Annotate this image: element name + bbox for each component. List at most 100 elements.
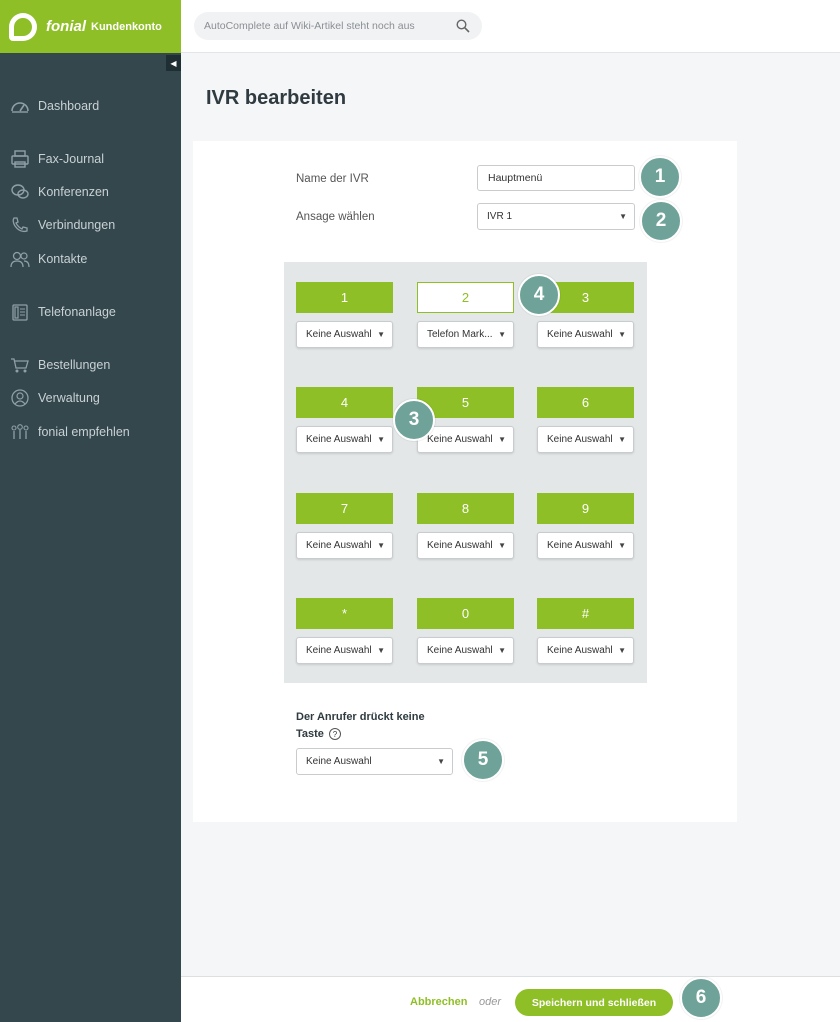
- key-action-value: Keine Auswahl: [547, 434, 613, 445]
- sidebar-item-telefonanlage[interactable]: Telefonanlage: [10, 302, 116, 322]
- chevron-down-icon: ▼: [618, 435, 626, 444]
- sidebar-item-label: Dashboard: [38, 99, 100, 113]
- dashboard-icon: [10, 97, 30, 115]
- chevron-down-icon: ▼: [437, 757, 445, 766]
- keypad-key-1[interactable]: 1: [296, 282, 393, 313]
- brand-logo[interactable]: fonial Kundenkonto: [0, 0, 181, 53]
- brand-name: fonial: [46, 18, 86, 35]
- chevron-down-icon: ▼: [619, 212, 627, 221]
- chevron-down-icon: ▼: [618, 646, 626, 655]
- key-action-select[interactable]: Keine Auswahl ▼: [537, 426, 634, 453]
- chevron-down-icon: ▼: [498, 541, 506, 550]
- key-action-select[interactable]: Keine Auswahl ▼: [537, 637, 634, 664]
- announcement-value: IVR 1: [487, 211, 513, 222]
- search-input[interactable]: [204, 20, 456, 32]
- ivr-name-input[interactable]: [477, 165, 635, 191]
- chevron-down-icon: ▼: [377, 541, 385, 550]
- search-icon[interactable]: [456, 19, 470, 33]
- sidebar: ◀ Dashboard Fax-Journal Konferenzen Verb…: [0, 53, 181, 1022]
- key-action-value: Keine Auswahl: [427, 540, 493, 551]
- key-action-value: Keine Auswahl: [306, 329, 372, 340]
- key-action-value: Keine Auswahl: [547, 329, 613, 340]
- cancel-link[interactable]: Abbrechen: [410, 996, 467, 1008]
- annotation-badge-4: 4: [518, 274, 560, 316]
- fonial-logo-icon: [9, 12, 37, 41]
- sidebar-item-label: Bestellungen: [38, 358, 111, 372]
- user-icon: [10, 389, 30, 407]
- keypad-key-2[interactable]: 2: [417, 282, 514, 313]
- save-and-close-button[interactable]: Speichern und schließen: [515, 989, 673, 1016]
- sidebar-item-label: Verbindungen: [38, 218, 116, 232]
- sidebar-item-bestellungen[interactable]: Bestellungen: [10, 355, 110, 375]
- key-action-value: Keine Auswahl: [427, 434, 493, 445]
- recommend-icon: [10, 423, 30, 441]
- sidebar-item-konferenzen[interactable]: Konferenzen: [10, 182, 109, 202]
- key-action-select[interactable]: Keine Auswahl ▼: [296, 532, 393, 559]
- keypad-key-6[interactable]: 6: [537, 387, 634, 418]
- key-action-select[interactable]: Telefon Mark... ▼: [417, 321, 514, 348]
- key-action-value: Keine Auswahl: [306, 645, 372, 656]
- cart-icon: [10, 356, 30, 374]
- key-action-value: Telefon Mark...: [427, 329, 493, 340]
- collapse-sidebar-button[interactable]: ◀: [166, 55, 181, 71]
- keypad-key-star[interactable]: *: [296, 598, 393, 629]
- chevron-down-icon: ▼: [498, 646, 506, 655]
- or-text: oder: [479, 996, 502, 1008]
- sidebar-item-label: Fax-Journal: [38, 152, 104, 166]
- sidebar-item-kontakte[interactable]: Kontakte: [10, 249, 87, 269]
- chevron-down-icon: ▼: [618, 541, 626, 550]
- key-action-select[interactable]: Keine Auswahl ▼: [537, 532, 634, 559]
- keypad-key-hash[interactable]: #: [537, 598, 634, 629]
- keypad-key-8[interactable]: 8: [417, 493, 514, 524]
- sidebar-item-label: fonial empfehlen: [38, 425, 130, 439]
- annotation-badge-2: 2: [640, 200, 682, 242]
- chevron-down-icon: ▼: [618, 330, 626, 339]
- annotation-badge-5: 5: [462, 739, 504, 781]
- annotation-badge-1: 1: [639, 156, 681, 198]
- sidebar-item-dashboard[interactable]: Dashboard: [10, 96, 99, 116]
- sidebar-item-fax-journal[interactable]: Fax-Journal: [10, 149, 104, 169]
- no-key-value: Keine Auswahl: [306, 756, 372, 767]
- key-action-value: Keine Auswahl: [306, 434, 372, 445]
- key-action-select[interactable]: Keine Auswahl ▼: [417, 637, 514, 664]
- help-icon[interactable]: ?: [328, 728, 341, 741]
- phone-icon: [10, 216, 30, 234]
- brand-subtitle: Kundenkonto: [91, 20, 162, 33]
- key-action-select[interactable]: Keine Auswahl ▼: [537, 321, 634, 348]
- sidebar-item-label: Konferenzen: [38, 185, 109, 199]
- chevron-down-icon: ▼: [498, 330, 506, 339]
- key-action-select[interactable]: Keine Auswahl ▼: [296, 426, 393, 453]
- keypad-key-7[interactable]: 7: [296, 493, 393, 524]
- phone-system-icon: [10, 303, 30, 321]
- no-key-select[interactable]: Keine Auswahl ▼: [296, 748, 453, 775]
- keypad-key-4[interactable]: 4: [296, 387, 393, 418]
- chevron-down-icon: ▼: [377, 330, 385, 339]
- footer-bar: Abbrechen oder Speichern und schließen: [181, 976, 840, 1022]
- contacts-icon: [10, 250, 30, 268]
- announcement-label: Ansage wählen: [296, 211, 375, 223]
- keypad-key-0[interactable]: 0: [417, 598, 514, 629]
- key-action-select[interactable]: Keine Auswahl ▼: [417, 532, 514, 559]
- sidebar-item-verbindungen[interactable]: Verbindungen: [10, 215, 115, 235]
- chevron-down-icon: ▼: [498, 435, 506, 444]
- key-action-value: Keine Auswahl: [547, 645, 613, 656]
- ivr-name-label: Name der IVR: [296, 173, 369, 185]
- sidebar-item-label: Telefonanlage: [38, 305, 116, 319]
- page-title: IVR bearbeiten: [206, 87, 347, 109]
- chevron-down-icon: ▼: [377, 646, 385, 655]
- key-action-value: Keine Auswahl: [547, 540, 613, 551]
- key-action-select[interactable]: Keine Auswahl ▼: [296, 321, 393, 348]
- no-key-label-text: Der Anrufer drückt keine Taste: [296, 711, 425, 740]
- search-bar[interactable]: [194, 12, 482, 40]
- top-header: [181, 0, 840, 53]
- annotation-badge-6: 6: [680, 977, 722, 1019]
- sidebar-item-label: Verwaltung: [38, 391, 100, 405]
- keypad-key-9[interactable]: 9: [537, 493, 634, 524]
- announcement-select[interactable]: IVR 1 ▼: [477, 203, 635, 230]
- no-key-label: Der Anrufer drückt keine Taste ?: [296, 709, 446, 743]
- key-action-select[interactable]: Keine Auswahl ▼: [296, 637, 393, 664]
- sidebar-item-verwaltung[interactable]: Verwaltung: [10, 388, 100, 408]
- sidebar-item-fonial-empfehlen[interactable]: fonial empfehlen: [10, 422, 130, 442]
- annotation-badge-3: 3: [393, 399, 435, 441]
- sidebar-item-label: Kontakte: [38, 252, 88, 266]
